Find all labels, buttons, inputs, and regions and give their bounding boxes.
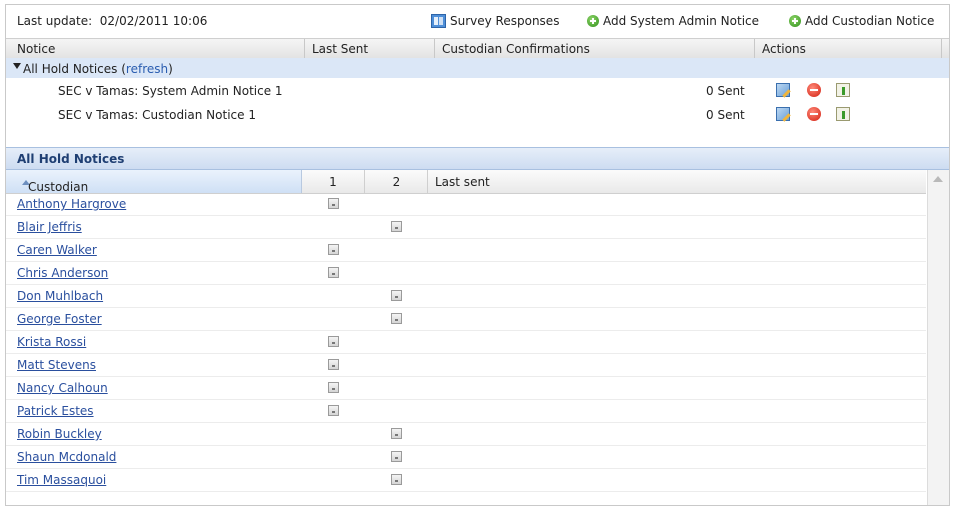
notice-document-icon[interactable] (328, 267, 339, 278)
caret-down-icon[interactable] (13, 63, 21, 69)
notice-title: SEC v Tamas: Custodian Notice 1 (58, 108, 256, 122)
toolbar: Last update: 02/02/2011 10:06 Survey Res… (6, 5, 949, 37)
custodian-link[interactable]: Chris Anderson (17, 266, 108, 280)
panel-title: All Hold Notices (6, 147, 949, 170)
table-row[interactable]: Don Muhlbach (6, 285, 926, 308)
notice-sent-count: 0 Sent (706, 108, 745, 122)
table-row[interactable]: Shaun Mcdonald (6, 446, 926, 469)
vertical-scrollbar[interactable] (927, 170, 949, 505)
group-row-all-hold-notices[interactable]: All Hold Notices (refresh) (6, 58, 949, 78)
table-row[interactable]: Matt Stevens (6, 354, 926, 377)
survey-responses-button[interactable]: Survey Responses (431, 14, 559, 28)
notice-document-icon[interactable] (328, 244, 339, 255)
notice-document-icon[interactable] (391, 474, 402, 485)
table-row[interactable]: Caren Walker (6, 239, 926, 262)
custodian-link[interactable]: Shaun Mcdonald (17, 450, 116, 464)
column-1[interactable]: 1 (302, 175, 364, 189)
scroll-up-icon[interactable] (933, 176, 943, 182)
notice-row[interactable]: SEC v Tamas: System Admin Notice 1 0 Sen… (6, 79, 949, 102)
notice-title: SEC v Tamas: System Admin Notice 1 (58, 84, 283, 98)
last-update: Last update: 02/02/2011 10:06 (17, 14, 208, 28)
notice-document-icon[interactable] (328, 405, 339, 416)
notice-document-icon[interactable] (328, 382, 339, 393)
table-row[interactable]: Anthony Hargrove (6, 193, 926, 216)
custodian-table-header: Custodian 1 2 Last sent (6, 170, 926, 194)
table-row[interactable]: Tim Massaquoi (6, 469, 926, 492)
custodian-link[interactable]: Tim Massaquoi (17, 473, 106, 487)
survey-icon (431, 14, 446, 28)
notice-document-icon[interactable] (391, 451, 402, 462)
column-last-sent[interactable]: Last Sent (312, 42, 368, 56)
table-row[interactable]: Chris Anderson (6, 262, 926, 285)
table-row[interactable]: Patrick Estes (6, 400, 926, 423)
table-row[interactable]: Nancy Calhoun (6, 377, 926, 400)
notice-document-icon[interactable] (328, 336, 339, 347)
notice-document-icon[interactable] (391, 290, 402, 301)
custodian-link[interactable]: Patrick Estes (17, 404, 94, 418)
edit-icon[interactable] (776, 83, 790, 97)
last-update-value: 02/02/2011 10:06 (99, 14, 208, 28)
notice-document-icon[interactable] (328, 198, 339, 209)
add-custodian-notice-button[interactable]: Add Custodian Notice (789, 14, 934, 28)
custodian-link[interactable]: Blair Jeffris (17, 220, 82, 234)
notices-table-header: Notice Last Sent Custodian Confirmations… (6, 38, 949, 59)
refresh-link[interactable]: refresh (126, 62, 168, 76)
notice-document-icon[interactable] (391, 221, 402, 232)
notice-document-icon[interactable] (391, 313, 402, 324)
export-icon[interactable] (836, 107, 850, 121)
export-icon[interactable] (836, 83, 850, 97)
column-notice[interactable]: Notice (17, 42, 55, 56)
column-2[interactable]: 2 (366, 175, 427, 189)
custodian-link[interactable]: Nancy Calhoun (17, 381, 108, 395)
column-last-sent[interactable]: Last sent (435, 175, 490, 189)
custodian-link[interactable]: Robin Buckley (17, 427, 102, 441)
custodian-link[interactable]: George Foster (17, 312, 102, 326)
notice-document-icon[interactable] (391, 428, 402, 439)
add-system-admin-notice-button[interactable]: Add System Admin Notice (587, 14, 759, 28)
notice-document-icon[interactable] (328, 359, 339, 370)
column-custodian-confirmations[interactable]: Custodian Confirmations (442, 42, 590, 56)
table-row[interactable]: Krista Rossi (6, 331, 926, 354)
table-row[interactable]: George Foster (6, 308, 926, 331)
edit-icon[interactable] (776, 107, 790, 121)
legal-hold-notices-window: Last update: 02/02/2011 10:06 Survey Res… (5, 4, 950, 506)
table-row[interactable]: Robin Buckley (6, 423, 926, 446)
custodian-link[interactable]: Matt Stevens (17, 358, 96, 372)
add-icon (587, 15, 599, 27)
notice-row[interactable]: SEC v Tamas: Custodian Notice 1 0 Sent (6, 103, 949, 126)
table-row[interactable]: Blair Jeffris (6, 216, 926, 239)
custodian-link[interactable]: Don Muhlbach (17, 289, 103, 303)
column-custodian[interactable]: Custodian (6, 170, 302, 194)
custodian-link[interactable]: Caren Walker (17, 243, 97, 257)
custodian-link[interactable]: Krista Rossi (17, 335, 86, 349)
notice-sent-count: 0 Sent (706, 84, 745, 98)
add-icon (789, 15, 801, 27)
custodian-link[interactable]: Anthony Hargrove (17, 197, 126, 211)
delete-icon[interactable] (807, 107, 821, 121)
column-actions[interactable]: Actions (762, 42, 806, 56)
delete-icon[interactable] (807, 83, 821, 97)
